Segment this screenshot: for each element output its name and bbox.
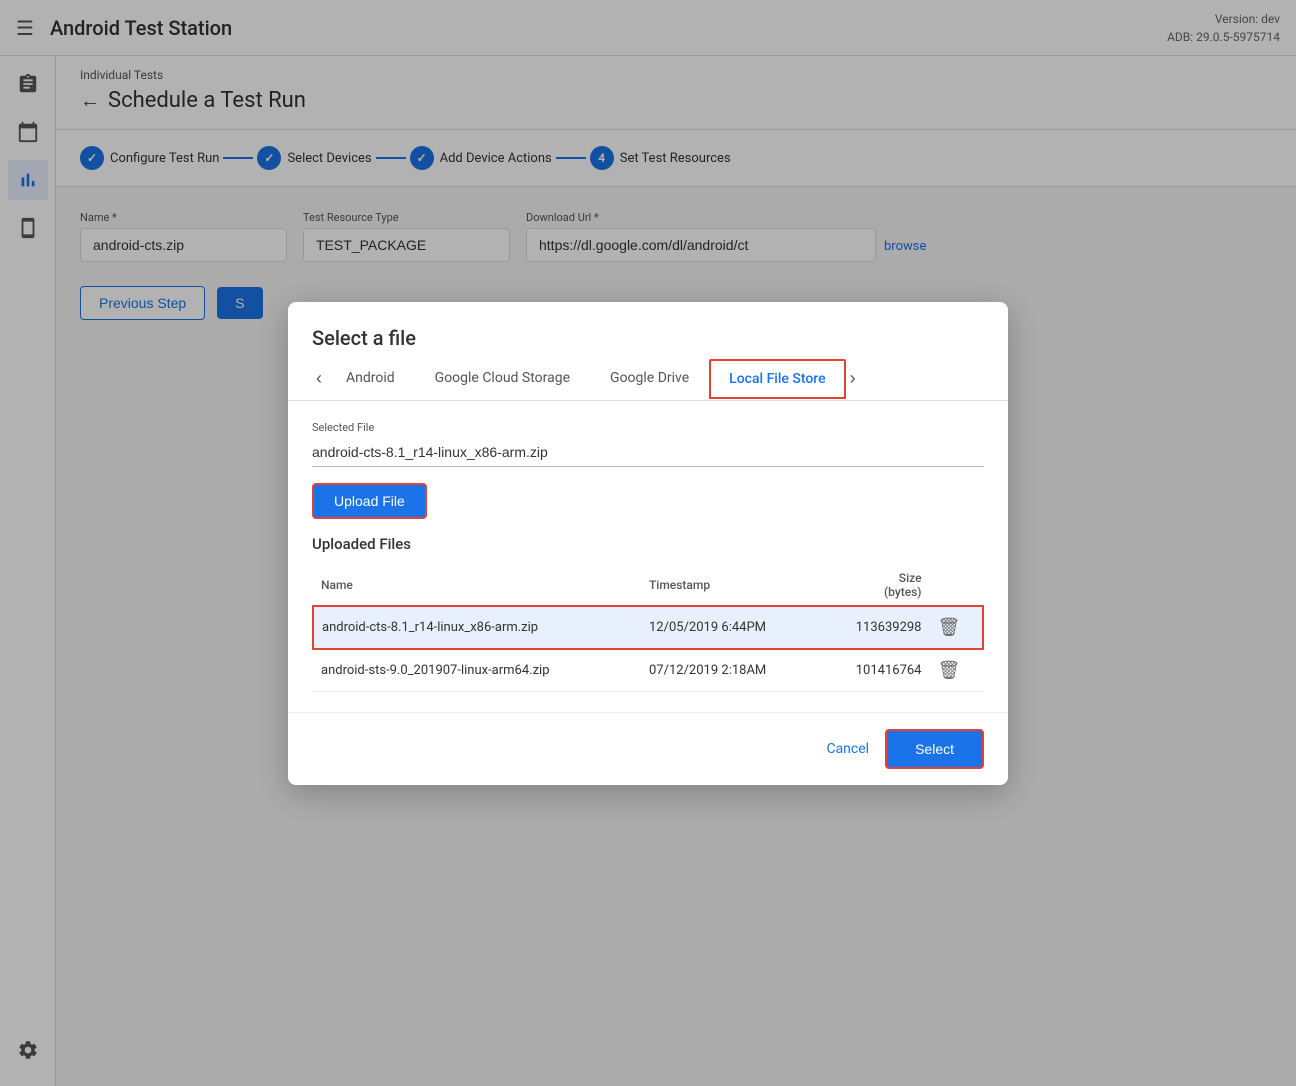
file-delete[interactable]: 🗑 (930, 606, 984, 649)
upload-file-button[interactable]: Upload File (312, 483, 427, 519)
col-name: Name (313, 565, 641, 606)
selected-file-input[interactable] (312, 438, 984, 467)
tab-bar: ‹ Android Google Cloud Storage Google Dr… (288, 358, 1008, 401)
file-delete[interactable]: 🗑 (930, 649, 984, 692)
file-name: android-cts-8.1_r14-linux_x86-arm.zip (313, 606, 641, 649)
table-row[interactable]: android-cts-8.1_r14-linux_x86-arm.zip 12… (313, 606, 983, 649)
tab-next-button[interactable]: › (846, 360, 860, 397)
selected-file-label: Selected File (312, 421, 984, 434)
cancel-button[interactable]: Cancel (826, 741, 869, 757)
dialog-body: Selected File Upload File Uploaded Files… (288, 401, 1008, 712)
table-row[interactable]: android-sts-9.0_201907-linux-arm64.zip 0… (313, 649, 983, 692)
tab-gdrive[interactable]: Google Drive (590, 358, 709, 400)
file-size: 101416764 (820, 649, 930, 692)
file-name: android-sts-9.0_201907-linux-arm64.zip (313, 649, 641, 692)
file-timestamp: 07/12/2019 2:18AM (641, 649, 820, 692)
delete-icon[interactable]: 🗑 (938, 660, 961, 681)
select-button[interactable]: Select (885, 729, 984, 769)
dialog-header: Select a file (288, 302, 1008, 350)
tab-android[interactable]: Android (326, 358, 415, 400)
tab-local-file-store[interactable]: Local File Store (709, 359, 845, 399)
tab-prev-button[interactable]: ‹ (312, 360, 326, 397)
select-file-dialog: Select a file ‹ Android Google Cloud Sto… (288, 302, 1008, 785)
file-timestamp: 12/05/2019 6:44PM (641, 606, 820, 649)
files-table: Name Timestamp Size(bytes) android-cts-8… (312, 565, 984, 692)
dialog-footer: Cancel Select (288, 712, 1008, 785)
delete-icon[interactable]: 🗑 (938, 617, 961, 638)
modal-overlay: Select a file ‹ Android Google Cloud Sto… (0, 0, 1296, 1086)
col-actions (930, 565, 984, 606)
col-size: Size(bytes) (820, 565, 930, 606)
dialog-title: Select a file (312, 326, 984, 350)
file-size: 113639298 (820, 606, 930, 649)
tab-gcs[interactable]: Google Cloud Storage (415, 358, 590, 400)
col-timestamp: Timestamp (641, 565, 820, 606)
uploaded-files-label: Uploaded Files (312, 535, 984, 553)
